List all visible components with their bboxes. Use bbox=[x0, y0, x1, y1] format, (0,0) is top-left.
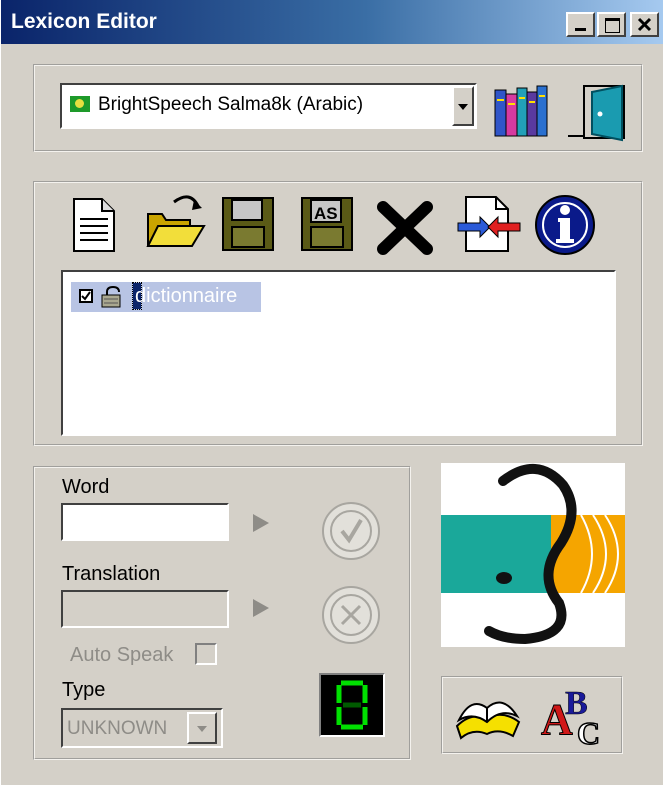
lexicon-name: dictionnaire bbox=[135, 285, 238, 307]
cancel-button[interactable] bbox=[318, 584, 384, 646]
minimize-button[interactable] bbox=[566, 12, 595, 37]
word-input[interactable] bbox=[61, 503, 229, 541]
svg-text:AS: AS bbox=[314, 204, 338, 223]
exit-door-icon[interactable] bbox=[564, 76, 636, 146]
auto-speak-label: Auto Speak bbox=[70, 644, 174, 666]
voice-select-value: BrightSpeech Salma8k (Arabic) bbox=[98, 94, 364, 115]
auto-speak-checkbox[interactable] bbox=[195, 643, 217, 665]
close-button[interactable] bbox=[630, 12, 659, 37]
save-as-icon[interactable]: AS bbox=[299, 195, 355, 255]
type-select-value: UNKNOWN bbox=[67, 718, 168, 739]
chevron-down-icon bbox=[458, 104, 468, 110]
svg-text:C: C bbox=[577, 715, 600, 748]
play-translation-icon[interactable] bbox=[251, 597, 271, 619]
minimize-icon bbox=[575, 28, 586, 31]
open-book-icon[interactable] bbox=[451, 686, 525, 744]
translation-input[interactable] bbox=[61, 590, 229, 628]
lexicon-editor-window: Lexicon Editor BrightSpeech Salma8k (Ara… bbox=[0, 0, 663, 785]
import-icon[interactable] bbox=[456, 193, 522, 255]
title-bar[interactable]: Lexicon Editor bbox=[1, 0, 663, 44]
info-icon[interactable] bbox=[533, 193, 597, 257]
ear-logo-icon bbox=[441, 463, 625, 645]
window-title: Lexicon Editor bbox=[11, 10, 157, 33]
word-label: Word bbox=[62, 476, 110, 498]
brightspeech-logo bbox=[441, 463, 625, 647]
type-select[interactable]: UNKNOWN bbox=[61, 708, 223, 748]
chevron-down-icon bbox=[197, 726, 207, 732]
language-flag-icon bbox=[70, 96, 90, 112]
play-word-icon[interactable] bbox=[251, 512, 271, 534]
lexicon-library-icon[interactable] bbox=[491, 80, 553, 140]
spell-check-icon[interactable]: A B C bbox=[539, 682, 613, 748]
type-label: Type bbox=[62, 679, 106, 701]
new-icon[interactable] bbox=[70, 197, 120, 255]
lexicon-enabled-checkbox[interactable] bbox=[79, 289, 93, 303]
close-icon bbox=[637, 17, 652, 32]
lock-icon bbox=[101, 285, 121, 308]
accept-button[interactable] bbox=[318, 500, 384, 562]
translation-label: Translation bbox=[62, 563, 161, 585]
maximize-icon bbox=[605, 18, 620, 33]
save-icon[interactable] bbox=[220, 195, 276, 255]
delete-icon[interactable] bbox=[375, 201, 435, 255]
voice-select[interactable]: BrightSpeech Salma8k (Arabic) bbox=[60, 83, 477, 129]
type-dropdown-button[interactable] bbox=[187, 712, 217, 744]
maximize-button[interactable] bbox=[597, 12, 626, 37]
lexicon-list[interactable]: dictionnaire bbox=[61, 270, 616, 436]
open-folder-icon[interactable] bbox=[144, 192, 212, 252]
voice-dropdown-button[interactable] bbox=[452, 86, 474, 126]
digit-display bbox=[319, 673, 385, 737]
list-item[interactable]: dictionnaire bbox=[71, 282, 261, 312]
digit-zero-icon bbox=[336, 680, 368, 730]
